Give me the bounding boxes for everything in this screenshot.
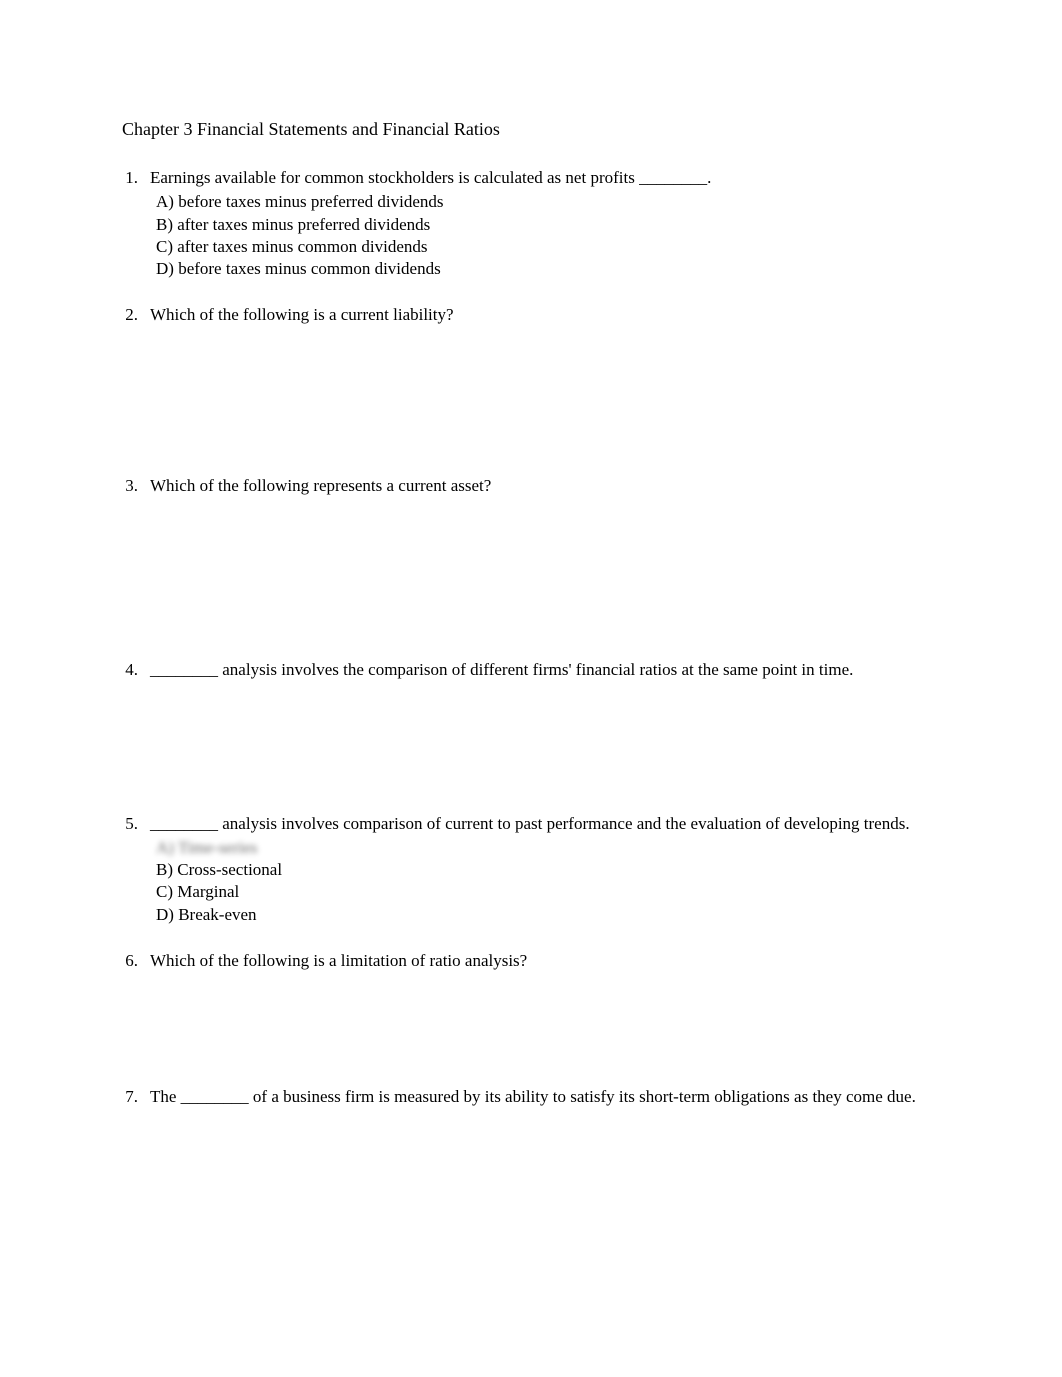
option-item: C) Marginal — [156, 881, 947, 903]
question-number: 3. — [122, 475, 150, 499]
question-text: ________ analysis involves comparison of… — [150, 813, 947, 835]
question-item: 7. The ________ of a business firm is me… — [122, 1086, 947, 1110]
option-item: D) before taxes minus common dividends — [156, 258, 947, 280]
chapter-title: Chapter 3 Financial Statements and Finan… — [122, 118, 947, 141]
question-item: 6. Which of the following is a limitatio… — [122, 950, 947, 974]
question-number: 4. — [122, 659, 150, 683]
option-list: A) Time-series B) Cross-sectional C) Mar… — [150, 837, 947, 925]
option-list: A) before taxes minus preferred dividend… — [150, 191, 947, 279]
question-body: ________ analysis involves the compariso… — [150, 659, 947, 683]
question-item: 5. ________ analysis involves comparison… — [122, 813, 947, 925]
question-text: Which of the following represents a curr… — [150, 475, 947, 497]
option-item: A) before taxes minus preferred dividend… — [156, 191, 947, 213]
question-number: 7. — [122, 1086, 150, 1110]
question-body: Which of the following represents a curr… — [150, 475, 947, 499]
question-body: Which of the following is a limitation o… — [150, 950, 947, 974]
question-item: 2. Which of the following is a current l… — [122, 304, 947, 328]
question-text: Which of the following is a current liab… — [150, 304, 947, 326]
question-text: Which of the following is a limitation o… — [150, 950, 947, 972]
question-list: 1. Earnings available for common stockho… — [122, 167, 947, 1109]
question-number: 2. — [122, 304, 150, 328]
question-number: 6. — [122, 950, 150, 974]
question-body: Which of the following is a current liab… — [150, 304, 947, 328]
option-item: D) Break-even — [156, 904, 947, 926]
question-item: 3. Which of the following represents a c… — [122, 475, 947, 499]
question-item: 1. Earnings available for common stockho… — [122, 167, 947, 279]
option-item: C) after taxes minus common dividends — [156, 236, 947, 258]
option-item: B) Cross-sectional — [156, 859, 947, 881]
question-item: 4. ________ analysis involves the compar… — [122, 659, 947, 683]
question-number: 5. — [122, 813, 150, 925]
option-item: A) Time-series — [156, 837, 947, 859]
question-body: Earnings available for common stockholde… — [150, 167, 947, 279]
question-text: ________ analysis involves the compariso… — [150, 659, 947, 681]
question-text: Earnings available for common stockholde… — [150, 167, 947, 189]
question-body: ________ analysis involves comparison of… — [150, 813, 947, 925]
question-body: The ________ of a business firm is measu… — [150, 1086, 947, 1110]
question-number: 1. — [122, 167, 150, 279]
question-text: The ________ of a business firm is measu… — [150, 1086, 947, 1108]
option-item: B) after taxes minus preferred dividends — [156, 214, 947, 236]
